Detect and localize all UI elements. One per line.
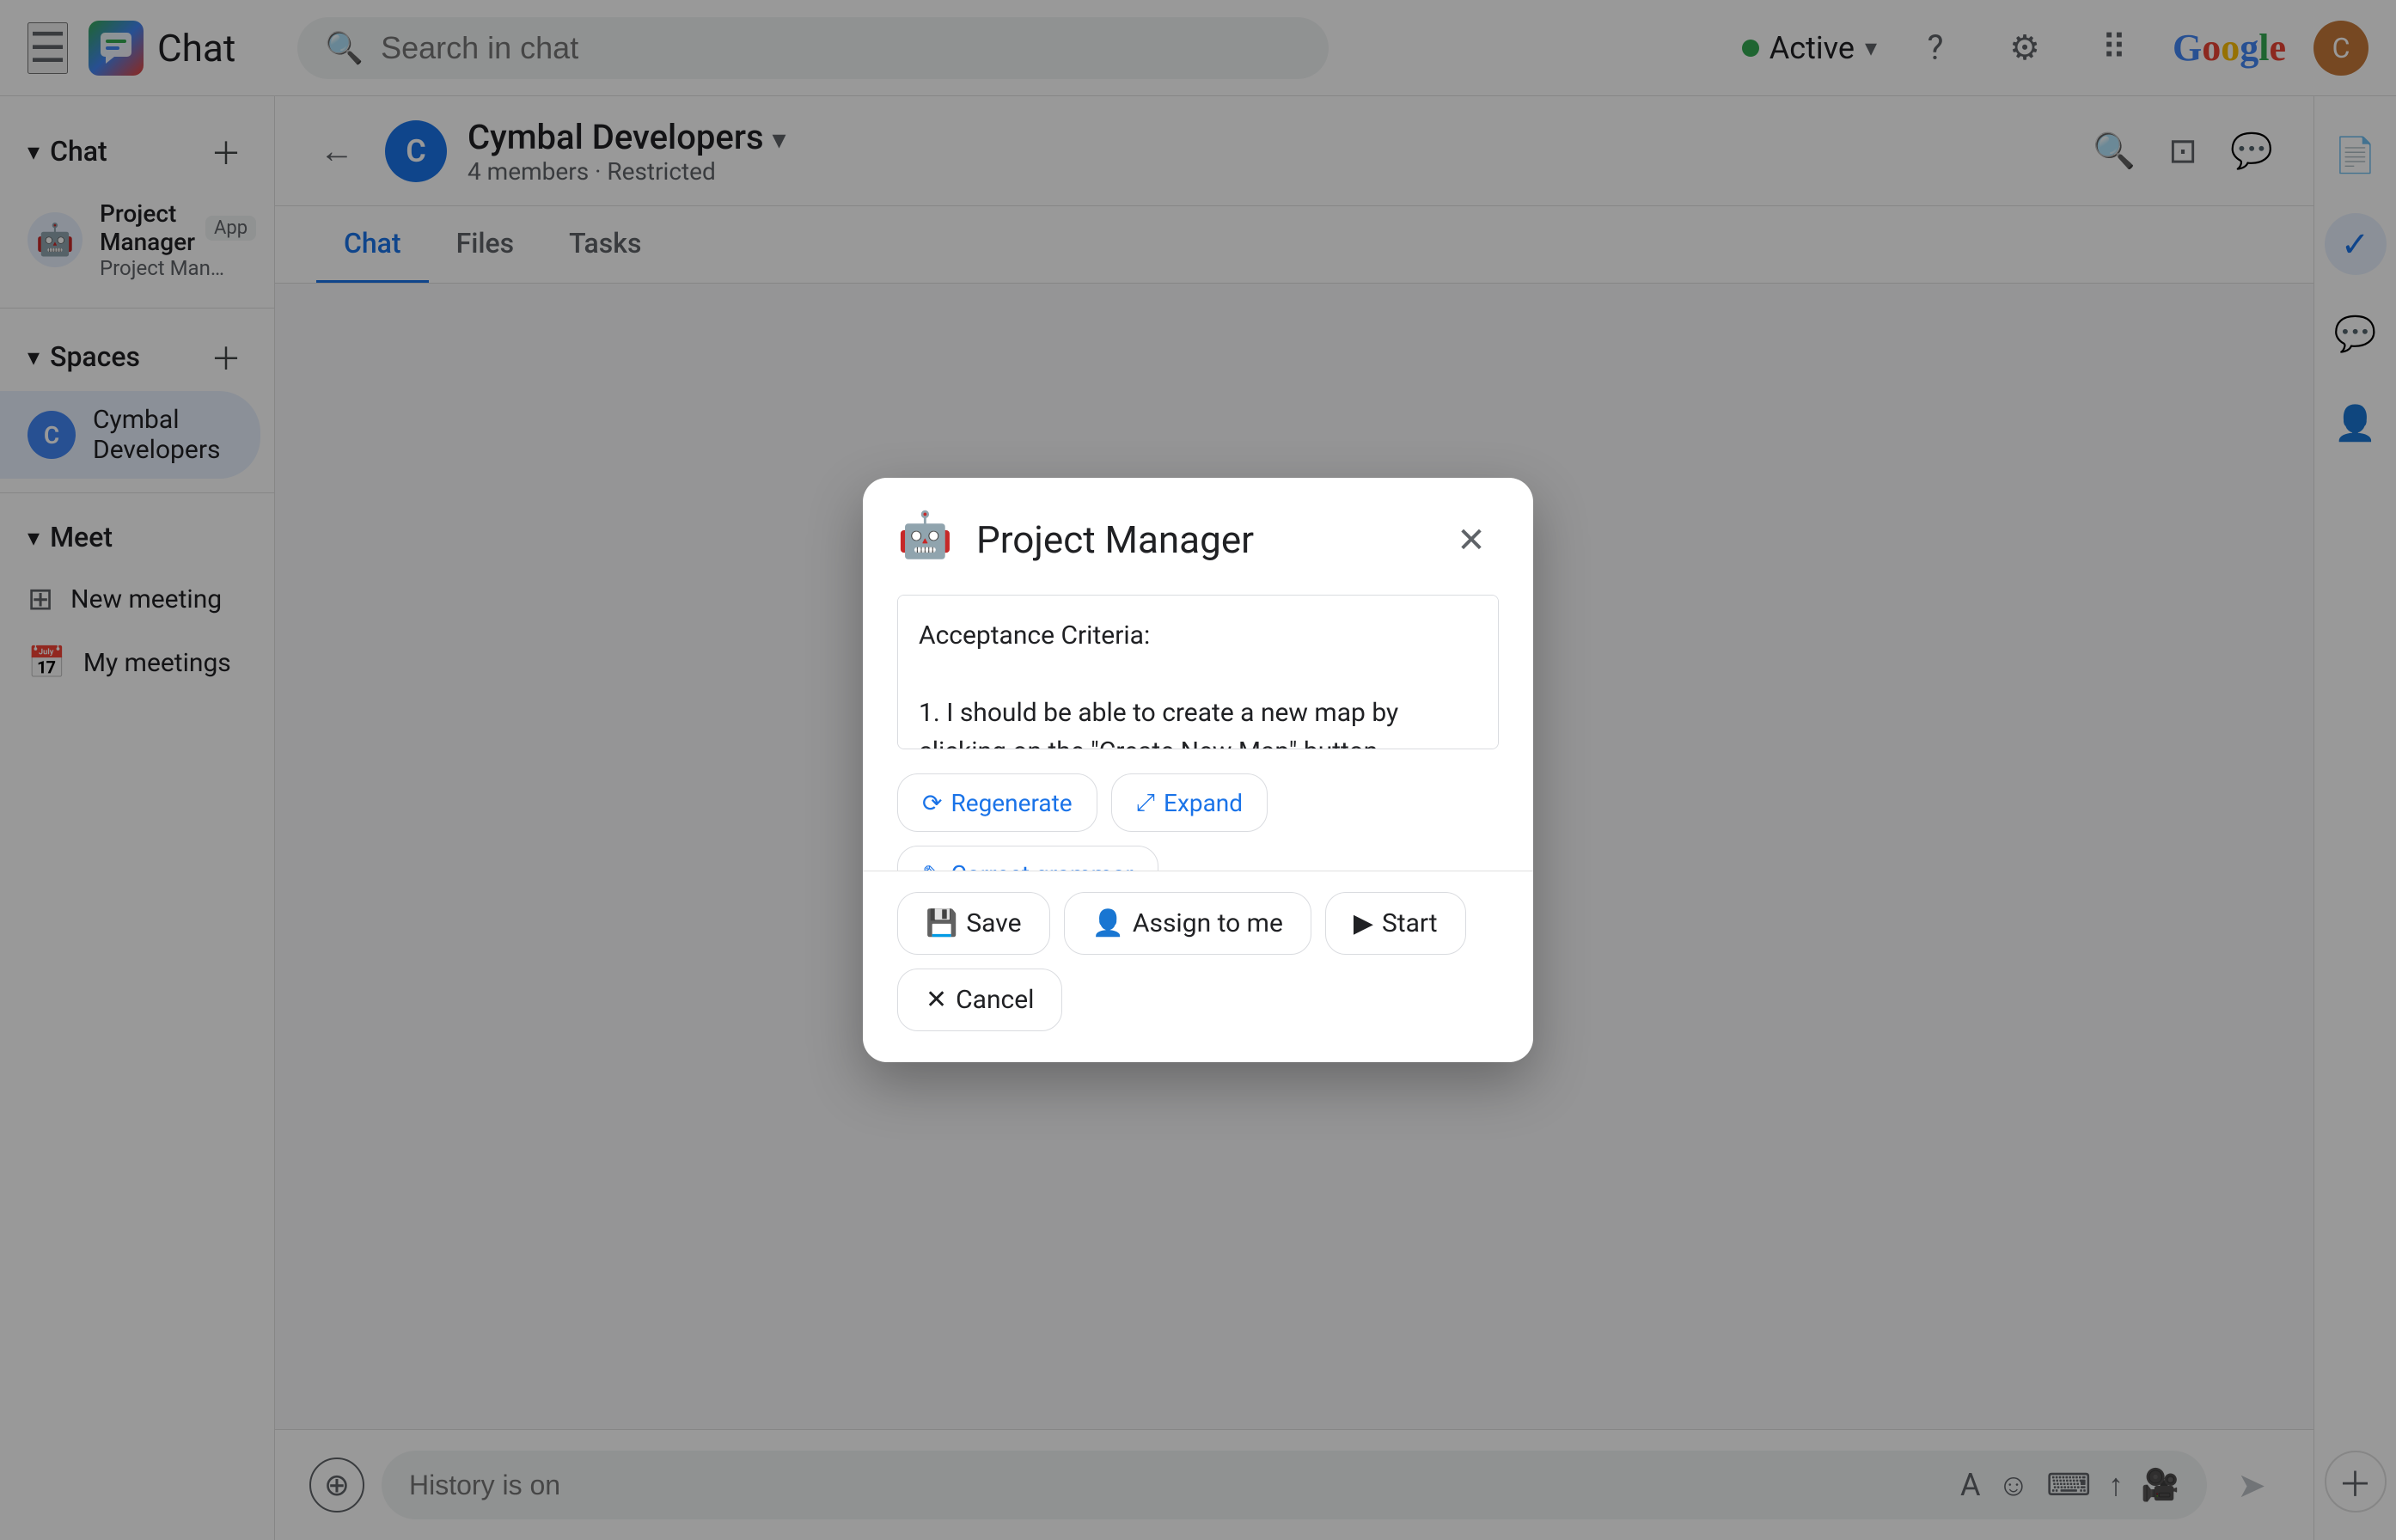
modal-title: Project Manager	[976, 517, 1427, 562]
save-button[interactable]: 💾 Save	[897, 892, 1050, 955]
expand-icon: ⤢	[1136, 788, 1155, 817]
modal-footer: 💾 Save 👤 Assign to me ▶ Start ✕ Cancel	[863, 871, 1533, 1062]
modal-body: ⟳ Regenerate ⤢ Expand ✎ Correct grammar	[863, 595, 1533, 871]
save-icon: 💾	[926, 908, 957, 938]
modal-overlay: 🤖 Project Manager ✕ ⟳ Regenerate	[0, 0, 2396, 1540]
correct-grammar-button[interactable]: ✎ Correct grammar	[897, 846, 1158, 871]
start-icon: ▶	[1354, 908, 1373, 938]
app-layout: ▾ Chat ＋ 🤖 Project Manager App Project M…	[0, 96, 2396, 1540]
correct-grammar-icon: ✎	[922, 860, 942, 871]
modal-close-button[interactable]: ✕	[1444, 512, 1499, 567]
assign-to-me-button[interactable]: 👤 Assign to me	[1064, 892, 1311, 955]
cancel-icon: ✕	[926, 985, 947, 1015]
ai-actions: ⟳ Regenerate ⤢ Expand ✎ Correct grammar	[897, 773, 1499, 871]
acceptance-criteria-textarea[interactable]	[897, 595, 1499, 749]
modal-robot-icon: 🤖	[897, 509, 959, 571]
main-content: ← C Cymbal Developers ▾ 4 members · Rest…	[275, 96, 2313, 1540]
modal-project-manager: 🤖 Project Manager ✕ ⟳ Regenerate	[863, 478, 1533, 1062]
cancel-button[interactable]: ✕ Cancel	[897, 969, 1062, 1031]
regenerate-icon: ⟳	[922, 789, 942, 817]
expand-button[interactable]: ⤢ Expand	[1111, 773, 1268, 832]
start-button[interactable]: ▶ Start	[1325, 892, 1466, 955]
modal-header: 🤖 Project Manager ✕	[863, 478, 1533, 595]
assign-icon: 👤	[1092, 908, 1124, 938]
regenerate-button[interactable]: ⟳ Regenerate	[897, 773, 1097, 832]
